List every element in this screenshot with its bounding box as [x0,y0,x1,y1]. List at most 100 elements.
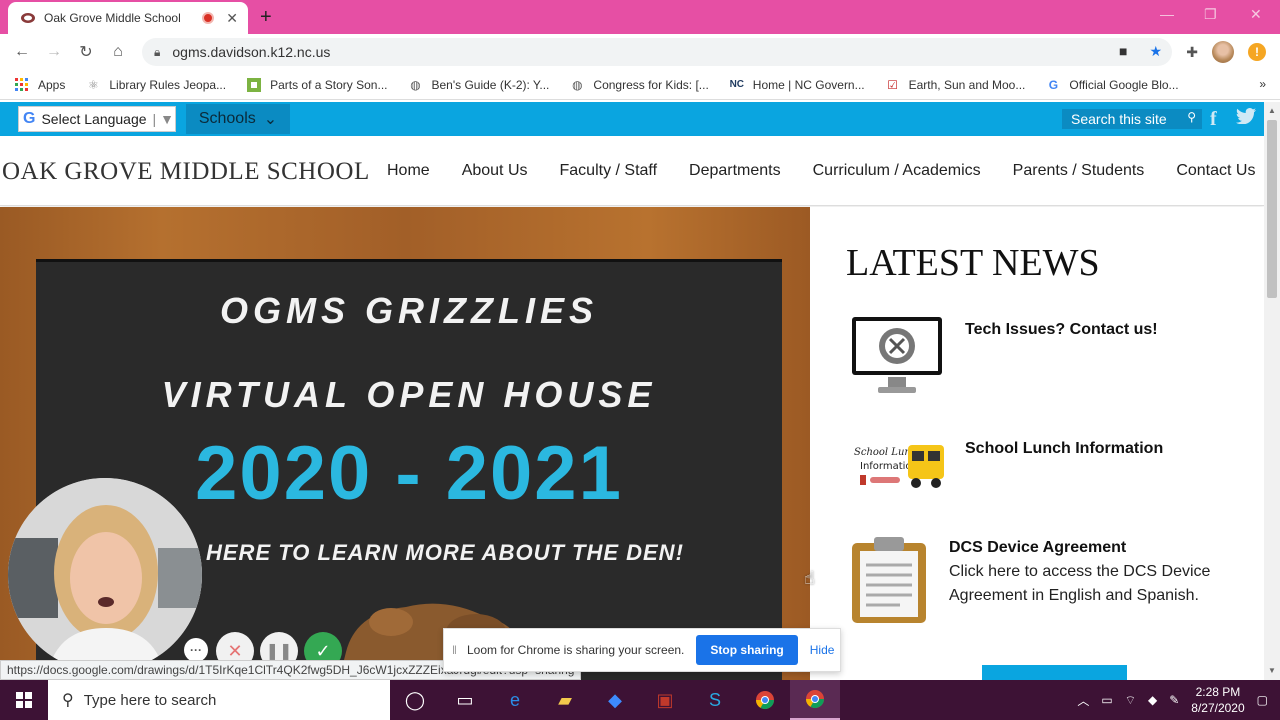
task-view-icon[interactable]: ▭ [440,680,490,720]
update-alert-icon[interactable]: ! [1248,43,1266,61]
chrome-icon[interactable] [740,680,790,720]
site-search-input[interactable]: Search this site ⚲ [1062,109,1202,129]
new-tab-button[interactable]: + [260,6,272,29]
nav-home[interactable]: Home [387,162,430,180]
green-square-icon [246,77,262,93]
bookmark-google-blog[interactable]: G Official Google Blo... [1045,77,1179,93]
browser-tab[interactable]: Oak Grove Middle School ✕ [8,2,248,34]
google-g-icon: G [1048,77,1059,92]
hide-button[interactable]: Hide [810,643,835,657]
wifi-icon[interactable]: ⌔ [1125,693,1136,708]
bookmark-star-icon[interactable]: ★ [1149,43,1162,60]
minimize-icon[interactable]: — [1160,6,1174,22]
schools-label: Schools [198,110,256,127]
school-lunch-bus-icon[interactable]: School Lunch Information [852,439,946,496]
nav-contact-us[interactable]: Contact Us [1176,162,1255,180]
chrome-active-icon[interactable] [790,680,840,720]
dropbox-tray-icon[interactable]: ◆ [1148,693,1157,707]
app-icon[interactable]: ▣ [640,680,690,720]
file-explorer-icon[interactable]: ▰ [540,680,590,720]
browser-toolbar: ← → ↻ ⌂ 🔒︎ ogms.davidson.k12.nc.us ■ ★ ✚… [0,34,1280,70]
select-language-label: Select Language [41,111,147,127]
bookmark-earth-sun-moon[interactable]: ☑ Earth, Sun and Moo... [885,77,1026,93]
news-item-device-agreement[interactable]: DCS Device Agreement [949,539,1126,557]
address-bar[interactable]: 🔒︎ ogms.davidson.k12.nc.us ■ ★ [142,38,1172,66]
bookmark-parts-of-story[interactable]: Parts of a Story Son... [246,77,387,93]
news-item-device-agreement-desc[interactable]: Click here to access the DCS Device Agre… [949,560,1229,608]
bookmark-congress-kids[interactable]: ◍ Congress for Kids: [... [569,77,709,93]
news-item-school-lunch[interactable]: School Lunch Information [965,440,1163,458]
bookmark-library-rules[interactable]: ⚛ Library Rules Jeopa... [85,77,226,93]
profile-avatar[interactable] [1212,41,1234,63]
nav-faculty-staff[interactable]: Faculty / Staff [560,162,658,180]
bookmark-label: Parts of a Story Son... [270,77,388,92]
home-icon[interactable]: ⌂ [102,43,134,61]
drag-handle-icon[interactable]: ‖ [452,643,457,657]
tech-support-monitor-icon[interactable] [850,315,946,402]
latest-news-heading: LATEST NEWS [846,242,1100,284]
site-header: OAK GROVE MIDDLE SCHOOL Home About Us Fa… [0,136,1264,206]
more-options-icon[interactable]: ··· [184,638,208,662]
select-language-dropdown[interactable]: G Select Language | ▼ [18,106,176,132]
facebook-icon[interactable]: f [1210,108,1217,131]
bookmark-apps[interactable]: Apps [14,77,65,93]
site-logo[interactable]: OAK GROVE MIDDLE SCHOOL [2,158,370,186]
forward-icon[interactable]: → [38,43,70,61]
nav-about-us[interactable]: About Us [462,162,528,180]
page-scrollbar[interactable]: ▲ ▼ [1264,102,1280,680]
taskbar-search-input[interactable]: ⚲ Type here to search [48,680,390,720]
nav-parents-students[interactable]: Parents / Students [1013,162,1145,180]
edge-browser-icon[interactable]: e [490,680,540,720]
bookmark-label: Earth, Sun and Moo... [908,77,1026,92]
clipboard-icon[interactable] [850,535,930,630]
twitter-icon[interactable] [1236,108,1256,129]
recording-indicator-icon [202,12,215,24]
scroll-thumb[interactable] [1267,120,1277,298]
search-placeholder: Search this site [1071,111,1167,127]
camera-icon[interactable]: ■ [1119,43,1127,60]
taskbar-clock[interactable]: 2:28 PM 8/27/2020 [1191,684,1244,716]
bookmarks-overflow-icon[interactable]: » [1259,77,1266,91]
window-close-icon[interactable]: ✕ [1250,6,1262,23]
maximize-icon[interactable]: ❐ [1204,6,1217,23]
dropdown-arrow-icon: | ▼ [152,111,174,127]
nav-departments[interactable]: Departments [689,162,781,180]
search-icon[interactable]: ⚲ [1187,110,1196,124]
bookmark-nc-gov[interactable]: NC Home | NC Govern... [729,77,865,93]
nav-curriculum-academics[interactable]: Curriculum / Academics [813,162,981,180]
skype-icon[interactable]: S [690,680,740,720]
cortana-icon[interactable]: ◯ [390,680,440,720]
tray-overflow-icon[interactable]: ︿ [1077,692,1089,709]
hero-line-learn-more: HERE TO LEARN MORE ABOUT THE DEN! [206,540,684,565]
loom-webcam-bubble[interactable] [8,478,202,672]
chevron-down-icon: ⌄ [263,111,278,128]
scroll-down-icon[interactable]: ▼ [1268,666,1276,675]
notifications-icon[interactable]: ▢ [1257,693,1268,707]
tab-close-icon[interactable]: ✕ [226,10,238,27]
clock-time: 2:28 PM [1195,685,1241,699]
news-item-tech-issues[interactable]: Tech Issues? Contact us! [965,321,1158,339]
bookmark-bens-guide[interactable]: ◍ Ben's Guide (K-2): Y... [407,77,549,93]
search-icon: ⚲ [62,692,74,709]
hand-cursor-icon: ☝ [804,568,815,588]
checkbox-icon: ☑ [887,77,898,92]
windows-start-icon[interactable] [0,680,48,720]
url-text: ogms.davidson.k12.nc.us [172,44,331,60]
bookmark-label: Apps [38,77,66,92]
hero-line-grizzlies: OGMS GRIZZLIES [219,290,598,331]
dropbox-icon[interactable]: ◆ [590,680,640,720]
bookmark-label: Official Google Blo... [1069,77,1179,92]
battery-icon[interactable]: ▭ [1101,693,1112,707]
bookmark-label: Congress for Kids: [... [593,77,709,92]
taskbar-search-placeholder: Type here to search [83,691,217,709]
lock-icon: 🔒︎ [154,44,161,59]
scroll-up-icon[interactable]: ▲ [1268,106,1276,115]
schools-dropdown[interactable]: Schools ⌄ [186,104,290,134]
pen-icon[interactable]: ✎ [1169,693,1179,707]
stop-sharing-button[interactable]: Stop sharing [696,635,798,665]
extensions-puzzle-icon[interactable]: ✚ [1186,44,1198,61]
back-icon[interactable]: ← [6,43,38,61]
atom-icon: ⚛ [87,77,99,92]
tab-title: Oak Grove Middle School [44,11,181,25]
reload-icon[interactable]: ↻ [70,42,102,62]
